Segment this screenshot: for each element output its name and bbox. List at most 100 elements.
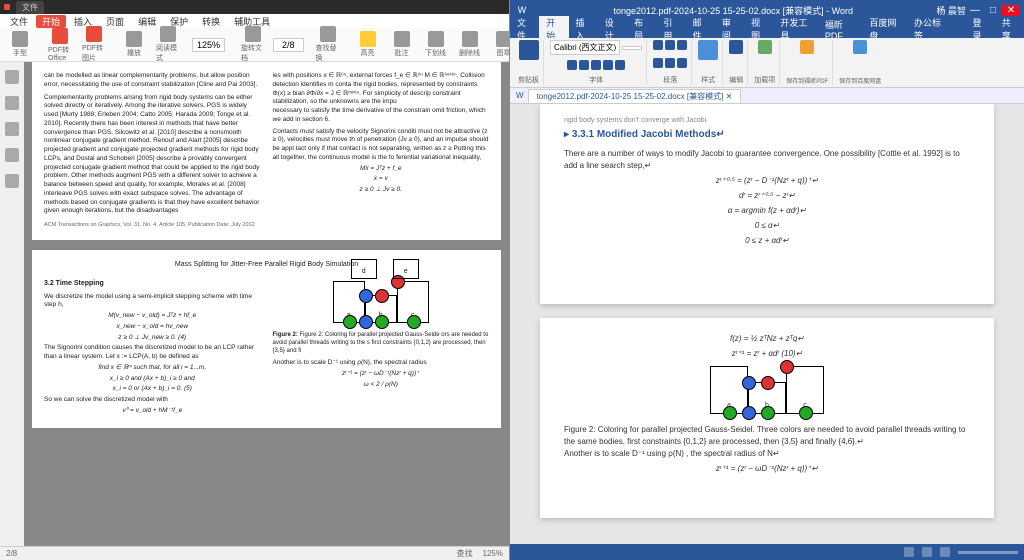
menu-start[interactable]: 开始 [36,15,66,28]
minimize-button[interactable]: — [966,5,984,16]
equation: zʳ⁺¹ = zʳ + αdʳ (10)↵ [564,348,970,360]
indent-icon[interactable] [677,40,687,50]
font-size-select[interactable] [622,46,642,50]
play-button[interactable]: 播放 [118,31,150,58]
zoom-level[interactable]: 125% [192,38,225,52]
page-indicator[interactable]: 2/8 [273,38,304,52]
menu-convert[interactable]: 转换 [196,15,226,28]
body-text: We discretize the model using a semi-imp… [44,293,261,311]
bold-icon[interactable] [567,60,577,70]
foxit-group: 保存到福昕PDF [782,40,833,85]
thumbnails-icon[interactable] [5,96,19,110]
body-text: rigid body systems don't converge with J… [564,116,970,127]
pdf-reader-window: 文件 文件 开始 插入 页面 编辑 保护 转换 辅助工具 手型 PDF转Offi… [0,0,510,560]
find-replace[interactable]: 查找替换 [312,26,344,63]
read-mode[interactable]: 阅读模式 [152,26,184,63]
status-zoom[interactable]: 125% [483,549,503,558]
clipboard-group: 剪贴板 [514,40,544,85]
annotate-button[interactable]: 批注 [386,31,418,58]
align-left-icon[interactable] [653,58,663,68]
view-web-icon[interactable] [940,547,950,557]
equation: v⁰ = v_old + hM⁻¹f_e [44,407,261,416]
signature-icon[interactable] [5,174,19,188]
pdf-to-image[interactable]: PDF转图片 [78,26,110,63]
equation: ω < 2 / ρ(N) [273,381,490,390]
equation: 0 ≤ z + αdʳ↵ [564,235,970,247]
baidu-group: 保存到百度网盘 [835,40,885,85]
menu-file[interactable]: 文件 [4,15,34,28]
word-viewport[interactable]: rigid body systems don't converge with J… [510,104,1024,544]
comments-icon[interactable] [5,122,19,136]
equation: α = argmin f(z + αdʳ)↵ [564,205,970,217]
highlight-button[interactable]: 高亮 [352,31,384,58]
figure-caption: Figure 2: Coloring for parallel projecte… [564,424,970,448]
equation: zʳ⁺¹ = (zʳ − ωD⁻¹(Nzʳ + q))⁺ [273,370,490,379]
baidu-icon[interactable] [853,40,867,54]
equation: z ≥ 0 ⊥ Jv ≥ 0. [273,186,490,195]
tab-close-icon[interactable]: ✕ [726,92,733,101]
body-text: Contacts must satisfy the velocity Signo… [273,128,490,163]
equation: Mẍ = Jᵀz + f_e [273,165,490,174]
pdf-titlebar: 文件 [0,0,509,14]
bullets-icon[interactable] [653,40,663,50]
body-text: ies with positions x ∈ ℝ⁶ⁿ, external for… [273,72,490,107]
view-print-icon[interactable] [922,547,932,557]
styles-icon[interactable] [698,40,718,60]
app-icon [4,4,10,10]
equation: M(v_new − v_old) = Jᵀz + hf_e [44,312,261,321]
word-page-2: f(z) = ½ zᵀNz + zᵀq↵ zʳ⁺¹ = zʳ + αdʳ (10… [540,318,994,518]
equation: zʳ⁺¹ = (zʳ − ωD⁻¹(Nzʳ + q))⁺↵ [564,463,970,475]
equation: ẋ = v [273,175,490,184]
word-menubar: 文件 开始 插入 设计 布局 引用 邮件 审阅 视图 开发工具 福昕PDF 百度… [510,20,1024,38]
body-text: There are a number of ways to modify Jac… [564,148,970,172]
align-right-icon[interactable] [677,58,687,68]
strikeout-button[interactable]: 删除线 [454,31,486,58]
equation: find x ∈ ℝᵐ such that, for all i = 1...m… [44,364,261,373]
italic-icon[interactable] [579,60,589,70]
word-ribbon: 剪贴板 Calibri (西文正文) 字体 段落 样式 编辑 加载项 [510,38,1024,88]
maximize-button[interactable]: □ [984,5,1002,16]
document-tab[interactable]: tonge2012.pdf-2024-10-25 15-25-02.docx [… [528,89,742,103]
titlebar-tab[interactable]: 文件 [16,1,44,14]
section-heading: 3.2 Time Stepping [44,279,261,288]
find-icon[interactable] [729,40,743,54]
underline-button[interactable]: 下划线 [420,31,452,58]
rotate-button[interactable]: 旋转文档 [237,26,269,63]
attachments-icon[interactable] [5,148,19,162]
equation: 0 ≤ α↵ [564,220,970,232]
color-icon[interactable] [615,60,625,70]
styles-group: 样式 [694,40,723,85]
window-title: tonge2012.pdf-2024-10-25 15-25-02.docx [… [530,4,936,17]
figure-diagram: a b c [564,366,970,414]
pdf-content-area: can be modelled as linear complementarit… [0,62,509,546]
status-page[interactable]: 2/8 [6,549,17,558]
paste-icon[interactable] [519,40,539,60]
pdf-toolbar: 手型 PDF转Office PDF转图片 播放 阅读模式 125% 旋转文档 2… [0,28,509,62]
equation: x_i ≥ 0 and (Ax + b)_i ≥ 0 and [44,375,261,384]
pdf-to-office[interactable]: PDF转Office [44,28,76,62]
underline-icon[interactable] [591,60,601,70]
bookmark-icon[interactable] [5,70,19,84]
close-button[interactable]: ✕ [1002,5,1020,16]
body-text: So we can solve the discretized model wi… [44,396,261,405]
zoom-slider[interactable] [958,551,1018,554]
foxit-icon[interactable] [800,40,814,54]
hand-tool[interactable]: 手型 [4,31,36,58]
word-window: W tonge2012.pdf-2024-10-25 15-25-02.docx… [510,0,1024,560]
numbering-icon[interactable] [665,40,675,50]
pdf-viewport[interactable]: can be modelled as linear complementarit… [24,62,509,546]
body-text: Another is to scale D⁻¹ using ρ(N) , the… [564,448,970,460]
user-name[interactable]: 杨 晨智 [936,4,966,17]
heading: ▸ 3.3.1 Modified Jacobi Methods↵ [564,127,970,142]
view-readmode-icon[interactable] [904,547,914,557]
status-find[interactable]: 查找 [457,548,473,559]
addin-icon[interactable] [758,40,772,54]
font-group: Calibri (西文正文) 字体 [546,40,647,85]
strike-icon[interactable] [603,60,613,70]
document-tabbar: W tonge2012.pdf-2024-10-25 15-25-02.docx… [510,88,1024,104]
align-center-icon[interactable] [665,58,675,68]
word-icon: W [514,5,530,15]
font-name-select[interactable]: Calibri (西文正文) [550,40,620,55]
pdf-statusbar: 2/8 查找 125% [0,546,509,560]
footer-text: ACM Transactions on Graphics, Vol. 31, N… [44,222,261,229]
